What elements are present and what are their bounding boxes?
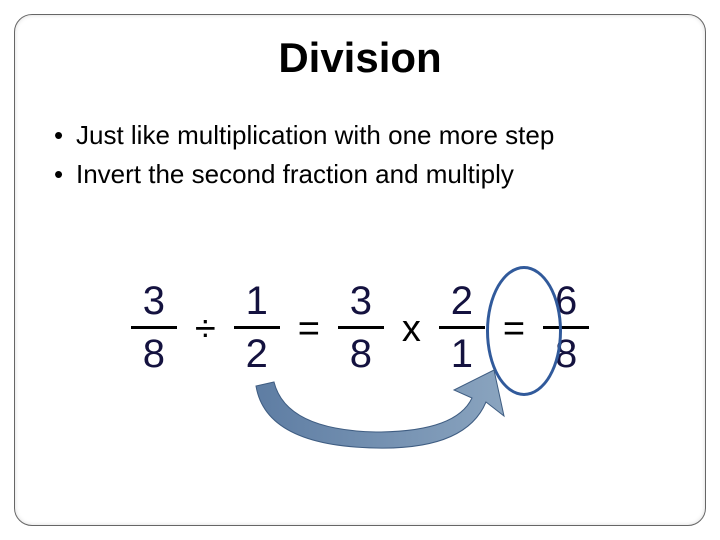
fraction-3: 3 8 (338, 280, 384, 375)
fraction-2: 1 2 (234, 280, 280, 375)
fraction-bar (338, 326, 384, 329)
equation-row: 3 8 ÷ 1 2 = 3 8 x 2 1 = 6 8 (0, 280, 720, 375)
denominator: 8 (139, 333, 169, 375)
fraction-bar (439, 326, 485, 329)
bullet-item: •Just like multiplication with one more … (54, 120, 680, 151)
slide-title: Division (0, 34, 720, 82)
numerator: 2 (447, 280, 477, 322)
bullet-text: Just like multiplication with one more s… (76, 120, 554, 150)
denominator: 2 (242, 333, 272, 375)
numerator: 3 (346, 280, 376, 322)
numerator: 3 (139, 280, 169, 322)
bullet-dot: • (54, 120, 76, 151)
bullet-text: Invert the second fraction and multiply (76, 159, 514, 189)
operator-equals: = (298, 304, 320, 351)
operator-divide: ÷ (195, 304, 216, 351)
fraction-bar (234, 326, 280, 329)
fraction-1: 3 8 (131, 280, 177, 375)
slide-frame (14, 14, 706, 526)
bullet-dot: • (54, 159, 76, 190)
bullet-list: •Just like multiplication with one more … (54, 120, 680, 198)
operator-multiply: x (402, 304, 421, 351)
fraction-4: 2 1 (439, 280, 485, 375)
numerator: 1 (242, 280, 272, 322)
bullet-item: •Invert the second fraction and multiply (54, 159, 680, 190)
slide: Division •Just like multiplication with … (0, 0, 720, 540)
denominator: 1 (447, 333, 477, 375)
denominator: 8 (346, 333, 376, 375)
highlight-ellipse (486, 266, 562, 396)
fraction-bar (131, 326, 177, 329)
